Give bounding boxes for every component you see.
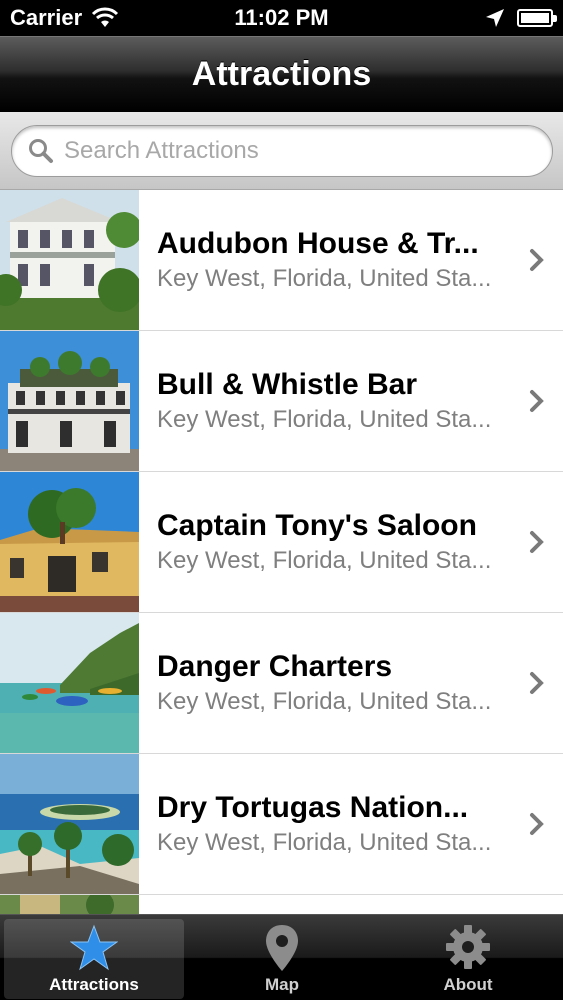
- tab-label: Attractions: [49, 975, 139, 994]
- list-item[interactable]: Danger Charters Key West, Florida, Unite…: [0, 613, 563, 754]
- tab-map[interactable]: Map: [192, 919, 372, 999]
- status-right: [485, 8, 557, 28]
- list-item[interactable]: Audubon House & Tr... Key West, Florida,…: [0, 190, 563, 331]
- attraction-title: Danger Charters: [157, 650, 393, 683]
- chevron-right-icon: [530, 249, 544, 271]
- search-icon: [29, 139, 53, 163]
- page-title: Attractions: [191, 55, 372, 93]
- row-text: Captain Tony's Saloon Key West, Florida,…: [157, 508, 509, 576]
- attraction-thumbnail: [0, 613, 139, 753]
- row-text: Dry Tortugas Nation... Key West, Florida…: [157, 790, 509, 858]
- attraction-title: Audubon House & Tr...: [157, 227, 479, 260]
- attraction-location: Key West, Florida, United Sta...: [157, 265, 492, 292]
- attractions-list: Audubon House & Tr... Key West, Florida,…: [0, 190, 563, 914]
- location-arrow-icon: [486, 9, 504, 27]
- map-pin-icon: [266, 925, 298, 971]
- row-text: Audubon House & Tr... Key West, Florida,…: [157, 226, 509, 294]
- attraction-thumbnail: [0, 331, 139, 471]
- attraction-location: Key West, Florida, United Sta...: [157, 547, 492, 574]
- chevron-right-icon: [530, 531, 544, 553]
- row-text: Bull & Whistle Bar Key West, Florida, Un…: [157, 367, 509, 435]
- tab-bar: Attractions Map About: [0, 914, 563, 1000]
- list-item[interactable]: Captain Tony's Saloon Key West, Florida,…: [0, 472, 563, 613]
- status-left: Carrier: [10, 5, 120, 31]
- tab-attractions[interactable]: Attractions: [4, 919, 184, 999]
- attraction-thumbnail: [0, 754, 139, 894]
- status-bar: Carrier 11:02 PM: [0, 0, 563, 36]
- star-icon: [70, 924, 118, 971]
- wifi-icon: [92, 7, 119, 27]
- attraction-title: Bull & Whistle Bar: [157, 368, 418, 401]
- list-item[interactable]: Bull & Whistle Bar Key West, Florida, Un…: [0, 331, 563, 472]
- search-bar: [0, 112, 563, 190]
- chevron-right-icon: [530, 813, 544, 835]
- tab-label: Map: [265, 975, 299, 994]
- attraction-thumbnail: [0, 472, 139, 612]
- tab-label: About: [443, 975, 493, 994]
- attraction-thumbnail: [0, 190, 139, 330]
- list-item[interactable]: Dry Tortugas Nation... Key West, Florida…: [0, 754, 563, 895]
- attraction-title: Dry Tortugas Nation...: [157, 791, 469, 824]
- attraction-location: Key West, Florida, United Sta...: [157, 406, 492, 433]
- tab-about[interactable]: About: [378, 919, 558, 999]
- attraction-location: Key West, Florida, United Sta...: [157, 829, 492, 856]
- navigation-bar: Attractions: [0, 36, 563, 112]
- chevron-right-icon: [530, 672, 544, 694]
- attraction-title: Captain Tony's Saloon: [157, 509, 477, 542]
- row-text: Danger Charters Key West, Florida, Unite…: [157, 649, 509, 717]
- gear-icon: [446, 925, 490, 969]
- list-item-partial[interactable]: [0, 895, 563, 914]
- chevron-right-icon: [530, 390, 544, 412]
- attraction-location: Key West, Florida, United Sta...: [157, 688, 492, 715]
- search-field[interactable]: [11, 125, 553, 177]
- carrier-label: Carrier: [10, 5, 83, 30]
- attraction-thumbnail: [0, 895, 139, 914]
- battery-icon: [517, 9, 557, 27]
- search-input[interactable]: [64, 137, 524, 165]
